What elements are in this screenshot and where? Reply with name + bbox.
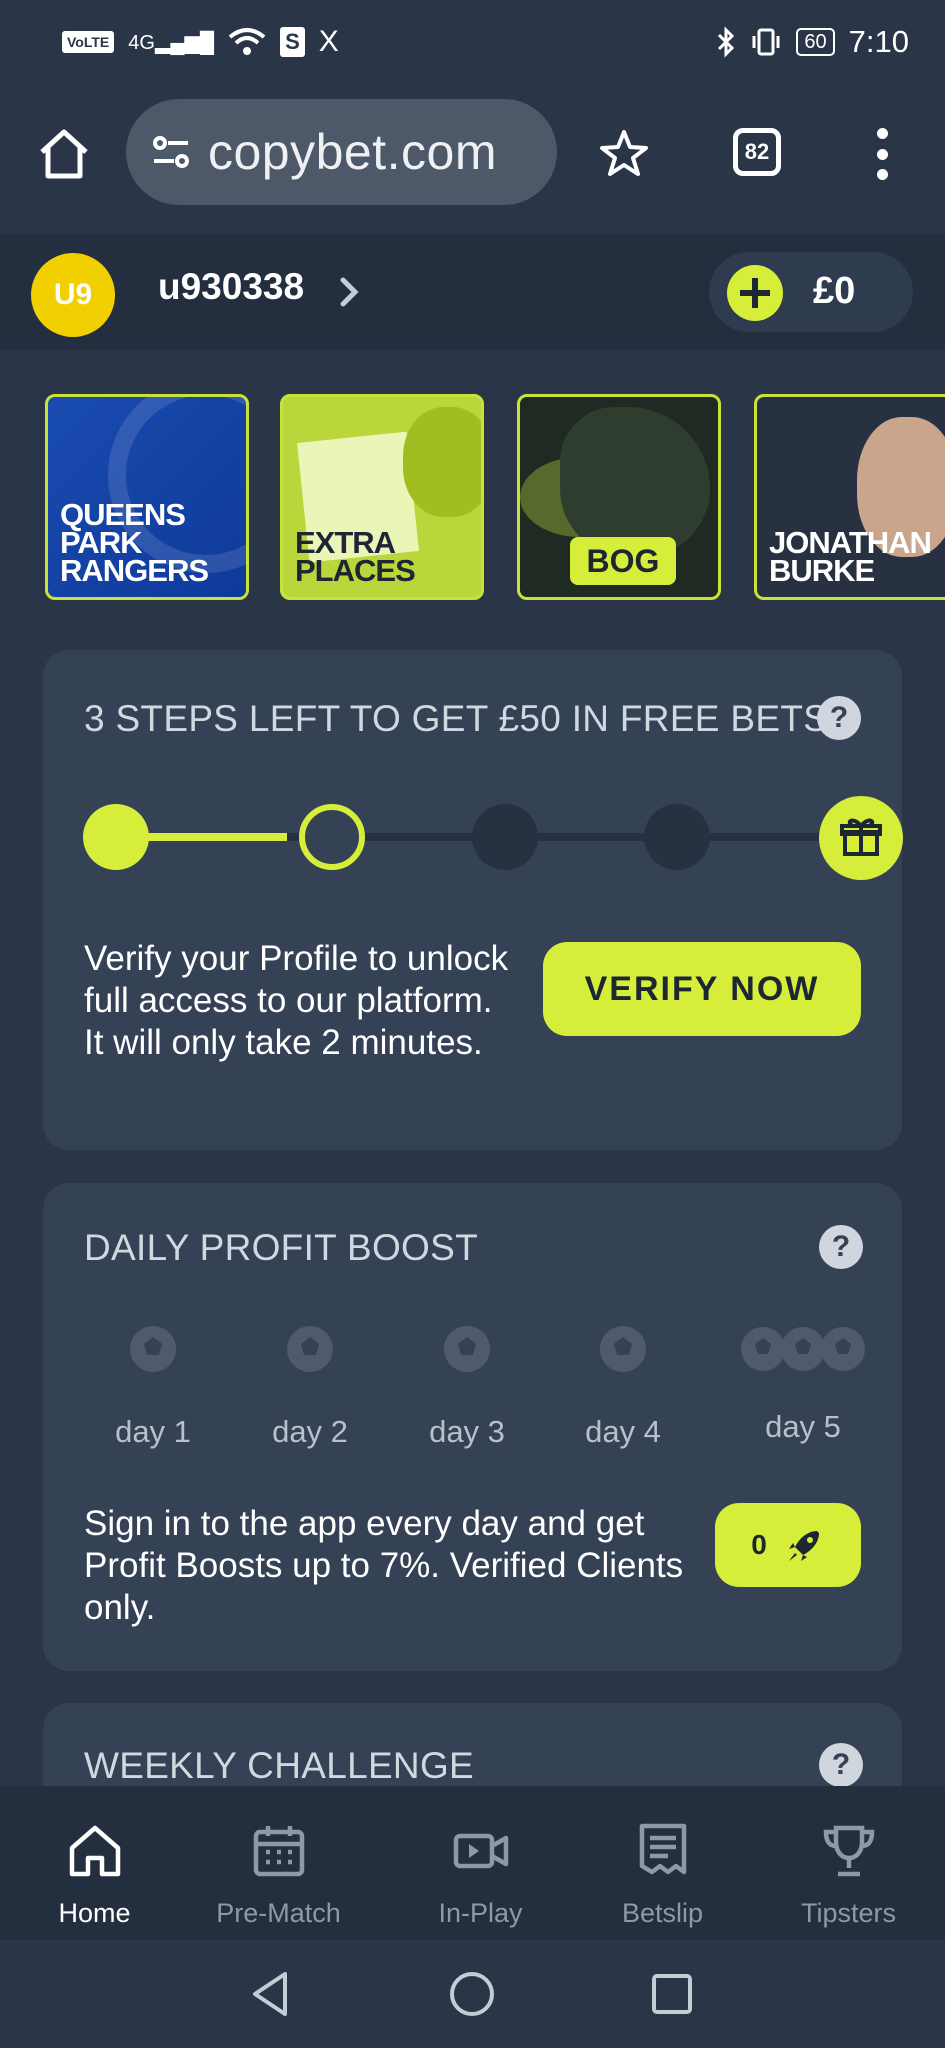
url-text[interactable]: copybet.com xyxy=(208,123,497,181)
deposit-plus-icon[interactable] xyxy=(727,265,783,321)
calendar-icon xyxy=(253,1826,304,1877)
nav-label: Tipsters xyxy=(800,1898,896,1928)
triple-football-icon xyxy=(741,1327,865,1371)
wifi-icon xyxy=(228,28,266,55)
gift-icon xyxy=(840,818,882,856)
more-menu-icon[interactable] xyxy=(870,128,894,180)
day-item: day 1 xyxy=(83,1323,223,1450)
step-node-pending xyxy=(644,804,710,870)
steps-progress xyxy=(83,796,903,880)
day-label: day 1 xyxy=(115,1414,191,1449)
boost-days: day 1 day 2 day 3 day 4 day 5 xyxy=(83,1323,883,1449)
x-app-icon: X xyxy=(318,25,339,58)
promo-tile-label: QUEENS PARK RANGERS xyxy=(60,497,209,588)
promo-tile-bog[interactable]: BOG xyxy=(517,394,721,600)
rocket-icon xyxy=(788,1531,819,1561)
trophy-icon xyxy=(823,1825,874,1877)
promo-tile-label: BOG xyxy=(570,537,676,585)
football-icon xyxy=(444,1326,490,1372)
nav-label: In-Play xyxy=(438,1898,523,1928)
football-icon xyxy=(130,1326,176,1372)
daily-profit-boost-card: DAILY PROFIT BOOST ? day 1 day 2 day 3 d… xyxy=(43,1183,902,1671)
help-icon[interactable]: ? xyxy=(819,1743,863,1787)
battery-indicator: 60 xyxy=(796,28,835,56)
status-bar: VoLTE 4G▂▄▆█ S X 60 7:10 xyxy=(0,0,945,84)
bookmark-star-icon[interactable] xyxy=(598,128,650,180)
nav-pre-match[interactable]: Pre-Match xyxy=(184,1786,373,1940)
avatar[interactable]: U9 xyxy=(31,253,115,337)
balance-pill[interactable]: £0 xyxy=(709,252,913,332)
nav-label: Home xyxy=(58,1898,131,1928)
promo-tile-label: EXTRA PLACES xyxy=(295,525,416,588)
betslip-icon xyxy=(639,1823,686,1875)
nav-label: Betslip xyxy=(621,1898,704,1928)
day-label: day 3 xyxy=(429,1414,505,1449)
back-icon[interactable] xyxy=(245,1968,297,2020)
network-type: 4G xyxy=(128,31,155,54)
bluetooth-icon xyxy=(718,26,735,58)
boost-count-button[interactable]: 0 xyxy=(715,1503,861,1587)
nav-betslip[interactable]: Betslip xyxy=(568,1786,757,1940)
home-circle-icon[interactable] xyxy=(446,1968,498,2020)
browser-toolbar: copybet.com 82 xyxy=(0,84,945,234)
video-icon xyxy=(453,1833,508,1869)
steps-title: 3 STEPS LEFT TO GET £50 IN FREE BETS xyxy=(84,698,829,739)
step-node-complete xyxy=(83,804,149,870)
promo-tile-qpr[interactable]: QUEENS PARK RANGERS xyxy=(45,394,249,600)
weekly-title: WEEKLY CHALLENGE xyxy=(84,1745,475,1786)
nav-tipsters[interactable]: Tipsters xyxy=(754,1786,943,1940)
system-nav-bar xyxy=(0,1940,945,2048)
vibrate-icon xyxy=(752,28,780,56)
chevron-right-icon[interactable] xyxy=(335,270,365,314)
promo-tile-label: JONATHAN BURKE xyxy=(769,525,932,588)
nav-home[interactable]: Home xyxy=(0,1786,189,1940)
account-header: U9 u930338 £0 xyxy=(0,234,945,350)
volte-indicator: VoLTE xyxy=(62,31,115,53)
help-icon[interactable]: ? xyxy=(819,1225,863,1269)
site-settings-icon[interactable] xyxy=(146,127,196,177)
boost-count: 0 xyxy=(751,1529,767,1560)
recents-icon[interactable] xyxy=(646,1968,698,2020)
verify-description: Verify your Profile to unlock full acces… xyxy=(84,939,509,1062)
promo-tile-extra-places[interactable]: EXTRA PLACES xyxy=(280,394,484,600)
avatar-initials: U9 xyxy=(53,278,93,311)
gift-step-node xyxy=(819,796,903,880)
day-item: day 3 xyxy=(397,1323,537,1450)
address-bar[interactable]: copybet.com xyxy=(126,99,557,205)
nav-in-play[interactable]: In-Play xyxy=(386,1786,575,1940)
day-label: day 4 xyxy=(585,1414,661,1449)
promo-tile-jonathan-burke[interactable]: JONATHAN BURKE xyxy=(754,394,945,600)
day-label: day 5 xyxy=(765,1409,841,1444)
nav-label: Pre-Match xyxy=(216,1898,341,1928)
football-icon xyxy=(287,1326,333,1372)
bottom-nav: Home Pre-Match In-Play Betslip Tipsters xyxy=(0,1786,945,1940)
verify-now-button[interactable]: VERIFY NOW xyxy=(543,942,861,1036)
status-left: VoLTE 4G▂▄▆█ S X xyxy=(62,25,339,59)
tabs-button[interactable]: 82 xyxy=(733,128,781,176)
signal-icon: 4G▂▄▆█ xyxy=(128,31,215,54)
tab-count: 82 xyxy=(744,139,770,164)
username[interactable]: u930338 xyxy=(158,266,304,308)
progress-track-remaining xyxy=(287,833,843,841)
boost-title: DAILY PROFIT BOOST xyxy=(84,1227,478,1268)
figure-graphic xyxy=(403,407,481,517)
step-node-current xyxy=(299,804,365,870)
promo-carousel: QUEENS PARK RANGERS EXTRA PLACES BOG JON… xyxy=(45,394,945,604)
status-time: 7:10 xyxy=(848,24,909,59)
day-label: day 2 xyxy=(272,1414,348,1449)
step-node-pending xyxy=(472,804,538,870)
home-icon[interactable] xyxy=(36,126,92,182)
app-badge-s: S xyxy=(280,27,305,57)
balance-amount: £0 xyxy=(813,270,856,312)
help-icon[interactable]: ? xyxy=(817,696,861,740)
day-item: day 4 xyxy=(553,1323,693,1450)
day-item: day 5 xyxy=(733,1323,873,1445)
home-icon xyxy=(69,1825,120,1877)
football-icon xyxy=(600,1326,646,1372)
boost-description: Sign in to the app every day and get Pro… xyxy=(84,1504,684,1627)
horse-graphic xyxy=(560,407,710,557)
free-bets-steps-card: 3 STEPS LEFT TO GET £50 IN FREE BETS ? V… xyxy=(43,650,903,1150)
status-right: 60 7:10 xyxy=(716,24,909,60)
day-item: day 2 xyxy=(240,1323,380,1450)
